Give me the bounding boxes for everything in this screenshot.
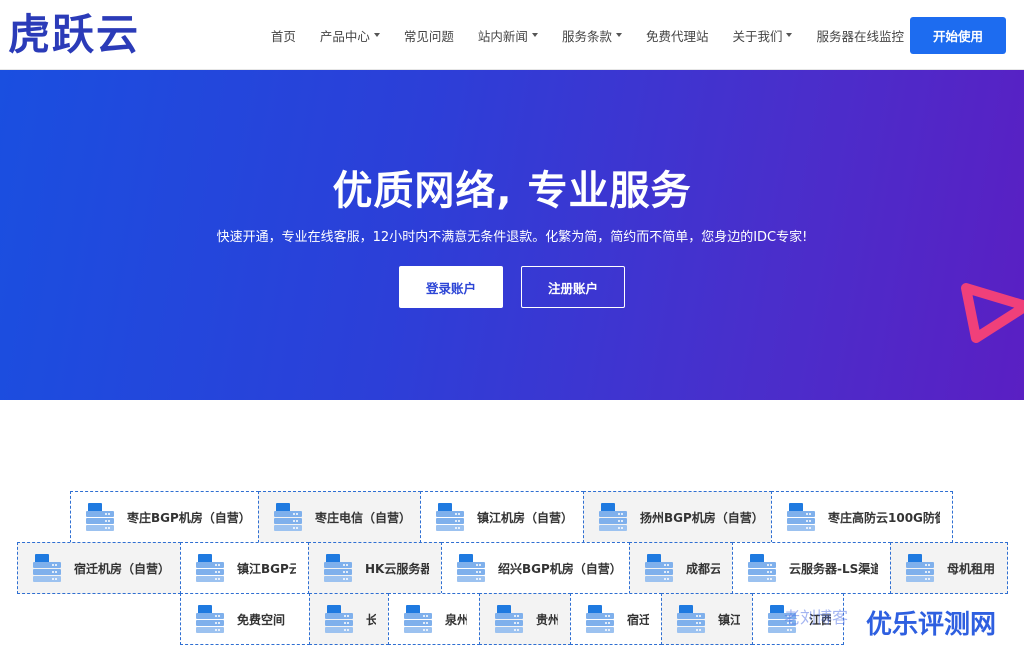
product-tile[interactable]: 免费空间 bbox=[180, 593, 310, 645]
product-tile[interactable]: 绍兴BGP机房（自营） bbox=[441, 542, 630, 594]
server-icon bbox=[494, 603, 524, 635]
tile-label: 镇江 bbox=[718, 612, 740, 627]
tile-label: 云服务器-LS渠道 bbox=[789, 561, 878, 576]
product-tile[interactable]: 扬州BGP机房（自营） bbox=[583, 491, 772, 543]
tile-label: 绍兴BGP机房（自营） bbox=[498, 561, 617, 576]
server-icon bbox=[905, 552, 935, 584]
tile-label: 镇江机房（自营） bbox=[477, 510, 571, 525]
nav-label: 服务器在线监控 bbox=[816, 28, 904, 44]
nav-free-proxy[interactable]: 免费代理站 bbox=[646, 26, 709, 45]
server-icon bbox=[403, 603, 433, 635]
tile-row-1: 枣庄BGP机房（自营） 枣庄电信（自营） 镇江机房（自营） 扬州BGP机房（自营… bbox=[70, 491, 953, 543]
server-icon bbox=[195, 603, 225, 635]
tile-label: 宿迁 bbox=[627, 612, 649, 627]
server-icon bbox=[435, 501, 465, 533]
tile-label: 枣庄高防云100G防御 bbox=[828, 510, 940, 525]
nav-label: 站内新闻 bbox=[477, 28, 528, 44]
server-icon bbox=[598, 501, 628, 533]
nav-label: 产品中心 bbox=[319, 28, 370, 44]
hero-title: 优质网络, 专业服务 bbox=[332, 168, 692, 214]
product-tile[interactable]: 镇江机房（自营） bbox=[420, 491, 584, 543]
chevron-down-icon bbox=[786, 33, 793, 37]
nav-label: 服务条款 bbox=[561, 28, 612, 44]
chevron-down-icon bbox=[615, 33, 622, 37]
nav-monitor[interactable]: 服务器在线监控 bbox=[816, 26, 904, 45]
server-icon bbox=[585, 603, 615, 635]
server-icon bbox=[676, 603, 706, 635]
tile-label: 宿迁机房（自营） bbox=[74, 561, 168, 576]
server-icon bbox=[195, 552, 225, 584]
tile-label: 母机租用 bbox=[947, 561, 995, 576]
product-tile[interactable]: 贵州 bbox=[479, 593, 571, 645]
tile-label: 长沙 bbox=[366, 612, 376, 627]
nav-faq[interactable]: 常见问题 bbox=[404, 26, 454, 45]
start-button[interactable]: 开始使用 bbox=[910, 17, 1006, 54]
tile-label: 扬州BGP机房（自营） bbox=[640, 510, 759, 525]
nav-news[interactable]: 站内新闻 bbox=[478, 26, 538, 45]
site-logo[interactable]: 虎跃云 bbox=[8, 10, 140, 60]
watermark-blog: 老刘博客 bbox=[784, 608, 849, 627]
product-tile[interactable]: 枣庄电信（自营） bbox=[258, 491, 421, 543]
product-tile[interactable]: HK云服务器 bbox=[308, 542, 442, 594]
product-tile[interactable]: 宿迁 bbox=[570, 593, 662, 645]
register-button[interactable]: 注册账户 bbox=[521, 266, 625, 308]
nav-label: 关于我们 bbox=[732, 28, 783, 44]
tile-label: 免费空间 bbox=[237, 612, 286, 627]
nav-products[interactable]: 产品中心 bbox=[320, 26, 380, 45]
tile-label: 贵州 bbox=[536, 612, 558, 627]
product-tile[interactable]: 母机租用 bbox=[890, 542, 1008, 594]
product-tile[interactable]: 成都云 bbox=[629, 542, 733, 594]
nav-label: 免费代理站 bbox=[645, 28, 709, 44]
product-tile[interactable]: 镇江BGP云 bbox=[180, 542, 309, 594]
nav-home[interactable]: 首页 bbox=[271, 26, 296, 45]
tile-label: 成都云 bbox=[686, 561, 720, 576]
server-icon bbox=[324, 603, 354, 635]
nav-label: 首页 bbox=[270, 28, 296, 44]
product-tile[interactable]: 枣庄BGP机房（自营） bbox=[70, 491, 259, 543]
nav-about[interactable]: 关于我们 bbox=[732, 26, 793, 45]
server-icon bbox=[323, 552, 353, 584]
watermark-site: 优乐评测网 bbox=[866, 610, 997, 640]
chevron-down-icon bbox=[531, 33, 538, 37]
tile-label: HK云服务器 bbox=[365, 561, 429, 576]
main-nav: 首页 产品中心 常见问题 站内新闻 服务条款 免费代理站 关于我们 服务器在线监… bbox=[247, 0, 904, 70]
server-icon bbox=[644, 552, 674, 584]
product-tile[interactable]: 长沙 bbox=[309, 593, 389, 645]
product-tile[interactable]: 云服务器-LS渠道 bbox=[732, 542, 891, 594]
hero-buttons: 登录账户 注册账户 bbox=[0, 266, 1024, 308]
nav-label: 常见问题 bbox=[403, 28, 454, 44]
tile-row-3: 免费空间 长沙 泉州 贵州 宿迁 镇江 江西 bbox=[180, 593, 844, 645]
server-icon bbox=[786, 501, 816, 533]
tile-label: 镇江BGP云 bbox=[237, 561, 296, 576]
tile-label: 枣庄电信（自营） bbox=[315, 510, 408, 525]
server-icon bbox=[273, 501, 303, 533]
product-tile[interactable]: 镇江 bbox=[661, 593, 753, 645]
triangle-decoration-icon bbox=[961, 283, 1024, 343]
product-tile[interactable]: 宿迁机房（自营） bbox=[17, 542, 181, 594]
product-tile[interactable]: 泉州 bbox=[388, 593, 480, 645]
server-icon bbox=[32, 552, 62, 584]
tile-row-2: 宿迁机房（自营） 镇江BGP云 HK云服务器 绍兴BGP机房（自营） 成都云 云… bbox=[17, 542, 1008, 594]
login-button[interactable]: 登录账户 bbox=[399, 266, 503, 308]
chevron-down-icon bbox=[373, 33, 380, 37]
site-header: 虎跃云 首页 产品中心 常见问题 站内新闻 服务条款 免费代理站 关于我们 服务… bbox=[0, 0, 1024, 70]
nav-terms[interactable]: 服务条款 bbox=[562, 26, 622, 45]
server-icon bbox=[456, 552, 486, 584]
hero-banner: 优质网络, 专业服务 快速开通，专业在线客服，12小时内不满意无条件退款。化繁为… bbox=[0, 70, 1024, 400]
product-tile[interactable]: 枣庄高防云100G防御 bbox=[771, 491, 953, 543]
server-icon bbox=[747, 552, 777, 584]
tile-label: 枣庄BGP机房（自营） bbox=[127, 510, 246, 525]
tile-label: 泉州 bbox=[445, 612, 467, 627]
hero-subtitle: 快速开通，专业在线客服，12小时内不满意无条件退款。化繁为简，简约而不简单，您身… bbox=[216, 230, 808, 245]
server-icon bbox=[85, 501, 115, 533]
